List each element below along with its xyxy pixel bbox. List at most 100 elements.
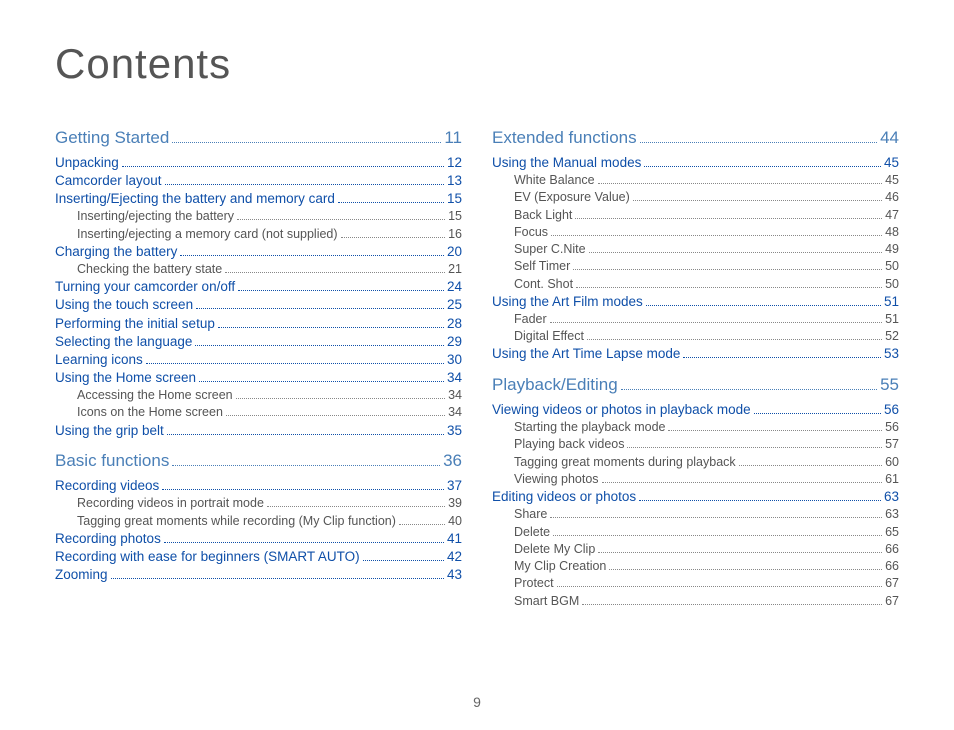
toc-entry-page: 52 [885, 329, 899, 343]
toc-entry[interactable]: Learning icons30 [55, 350, 462, 368]
toc-leader-dots [683, 346, 881, 358]
toc-entry[interactable]: Using the Art Time Lapse mode53 [492, 345, 899, 363]
toc-leader-dots [172, 128, 441, 143]
toc-entry-page: 12 [447, 155, 462, 170]
toc-leader-dots [218, 315, 444, 327]
toc-entry[interactable]: Checking the battery state21 [55, 260, 462, 277]
toc-entry[interactable]: Fader51 [492, 310, 899, 327]
toc-leader-dots [267, 496, 445, 507]
toc-entry[interactable]: Zooming43 [55, 565, 462, 583]
toc-entry-label: Recording videos in portrait mode [77, 496, 264, 510]
toc-entry[interactable]: Turning your camcorder on/off24 [55, 278, 462, 296]
toc-entry-label: Digital Effect [514, 329, 584, 343]
toc-leader-dots [575, 207, 882, 218]
toc-entry-page: 55 [880, 375, 899, 395]
toc-entry-label: Basic functions [55, 451, 169, 471]
toc-entry[interactable]: Delete65 [492, 523, 899, 540]
toc-entry-page: 67 [885, 594, 899, 608]
toc-entry[interactable]: Recording videos37 [55, 476, 462, 494]
toc-entry[interactable]: Charging the battery20 [55, 242, 462, 260]
toc-entry[interactable]: Viewing photos61 [492, 470, 899, 487]
toc-leader-dots [621, 374, 877, 389]
toc-entry[interactable]: Extended functions44 [492, 126, 899, 149]
toc-leader-dots [226, 405, 445, 416]
toc-leader-dots [640, 128, 877, 143]
toc-entry[interactable]: Playback/Editing55 [492, 373, 899, 396]
toc-entry-page: 42 [447, 549, 462, 564]
toc-entry-label: Unpacking [55, 155, 119, 170]
toc-entry-page: 20 [447, 244, 462, 259]
toc-entry-label: Editing videos or photos [492, 489, 636, 504]
toc-leader-dots [180, 244, 444, 256]
toc-entry[interactable]: Inserting/Ejecting the battery and memor… [55, 190, 462, 208]
toc-entry[interactable]: Delete My Clip66 [492, 540, 899, 557]
toc-entry-page: 50 [885, 277, 899, 291]
toc-entry[interactable]: Using the touch screen25 [55, 296, 462, 314]
toc-entry[interactable]: Accessing the Home screen34 [55, 386, 462, 403]
toc-entry-page: 43 [447, 567, 462, 582]
toc-entry[interactable]: Tagging great moments while recording (M… [55, 512, 462, 529]
toc-entry-label: Turning your camcorder on/off [55, 279, 235, 294]
toc-entry-page: 66 [885, 542, 899, 556]
toc-entry[interactable]: Share63 [492, 506, 899, 523]
toc-entry-page: 35 [447, 423, 462, 438]
toc-entry-page: 61 [885, 472, 899, 486]
toc-entry[interactable]: Editing videos or photos 63 [492, 487, 899, 505]
toc-leader-dots [639, 489, 881, 501]
toc-entry-page: 53 [884, 346, 899, 361]
toc-entry[interactable]: Using the Home screen34 [55, 368, 462, 386]
toc-entry[interactable]: Focus48 [492, 223, 899, 240]
toc-entry-label: White Balance [514, 173, 595, 187]
toc-leader-dots [609, 559, 882, 570]
toc-entry-label: Super C.Nite [514, 242, 586, 256]
toc-entry[interactable]: Selecting the language29 [55, 332, 462, 350]
toc-entry[interactable]: Viewing videos or photos in playback mod… [492, 400, 899, 418]
toc-entry[interactable]: Getting Started11 [55, 126, 462, 149]
toc-entry-page: 34 [448, 388, 462, 402]
toc-entry[interactable]: Playing back videos57 [492, 436, 899, 453]
toc-entry-label: Recording with ease for beginners (SMART… [55, 549, 360, 564]
toc-column-left: Getting Started11 Unpacking 12Camcorder la… [55, 116, 462, 609]
toc-entry-label: Playing back videos [514, 437, 624, 451]
toc-entry-label: Inserting/Ejecting the battery and memor… [55, 191, 335, 206]
toc-entry[interactable]: Super C.Nite49 [492, 240, 899, 257]
toc-leader-dots [602, 472, 883, 483]
toc-leader-dots [237, 209, 445, 220]
toc-entry[interactable]: Recording with ease for beginners (SMART… [55, 547, 462, 565]
toc-entry[interactable]: Back Light47 [492, 206, 899, 223]
toc-entry[interactable]: Using the grip belt35 [55, 421, 462, 439]
toc-entry[interactable]: Recording videos in portrait mode39 [55, 495, 462, 512]
toc-entry[interactable]: White Balance45 [492, 171, 899, 188]
toc-entry-page: 46 [885, 190, 899, 204]
toc-entry[interactable]: Tagging great moments during playback60 [492, 453, 899, 470]
toc-entry[interactable]: Inserting/ejecting a memory card (not su… [55, 225, 462, 242]
toc-entry[interactable]: Using the Manual modes45 [492, 153, 899, 171]
toc-leader-dots [557, 576, 882, 587]
toc-entry[interactable]: Recording photos41 [55, 529, 462, 547]
toc-entry[interactable]: Inserting/ejecting the battery15 [55, 208, 462, 225]
toc-entry-page: 40 [448, 514, 462, 528]
toc-entry[interactable]: Starting the playback mode56 [492, 418, 899, 435]
toc-entry[interactable]: Cont. Shot50 [492, 275, 899, 292]
toc-leader-dots [122, 155, 444, 167]
toc-entry[interactable]: Unpacking 12 [55, 153, 462, 171]
toc-entry[interactable]: Performing the initial setup28 [55, 314, 462, 332]
toc-entry[interactable]: Self Timer50 [492, 258, 899, 275]
toc-leader-dots [633, 190, 882, 201]
toc-entry-page: 63 [884, 489, 899, 504]
toc-entry[interactable]: Digital Effect 52 [492, 328, 899, 345]
toc-entry[interactable]: Using the Art Film modes51 [492, 292, 899, 310]
toc-leader-dots [644, 155, 881, 167]
toc-entry[interactable]: Basic functions36 [55, 449, 462, 472]
toc-entry[interactable]: EV (Exposure Value)46 [492, 189, 899, 206]
toc-entry[interactable]: My Clip Creation66 [492, 557, 899, 574]
toc-entry[interactable]: Smart BGM67 [492, 592, 899, 609]
toc-leader-dots [550, 507, 882, 518]
toc-entry-page: 13 [447, 173, 462, 188]
toc-entry-page: 41 [447, 531, 462, 546]
toc-leader-dots [199, 370, 444, 382]
toc-entry[interactable]: Protect67 [492, 575, 899, 592]
toc-entry[interactable]: Icons on the Home screen34 [55, 404, 462, 421]
toc-entry[interactable]: Camcorder layout13 [55, 171, 462, 189]
toc-entry-page: 15 [448, 209, 462, 223]
